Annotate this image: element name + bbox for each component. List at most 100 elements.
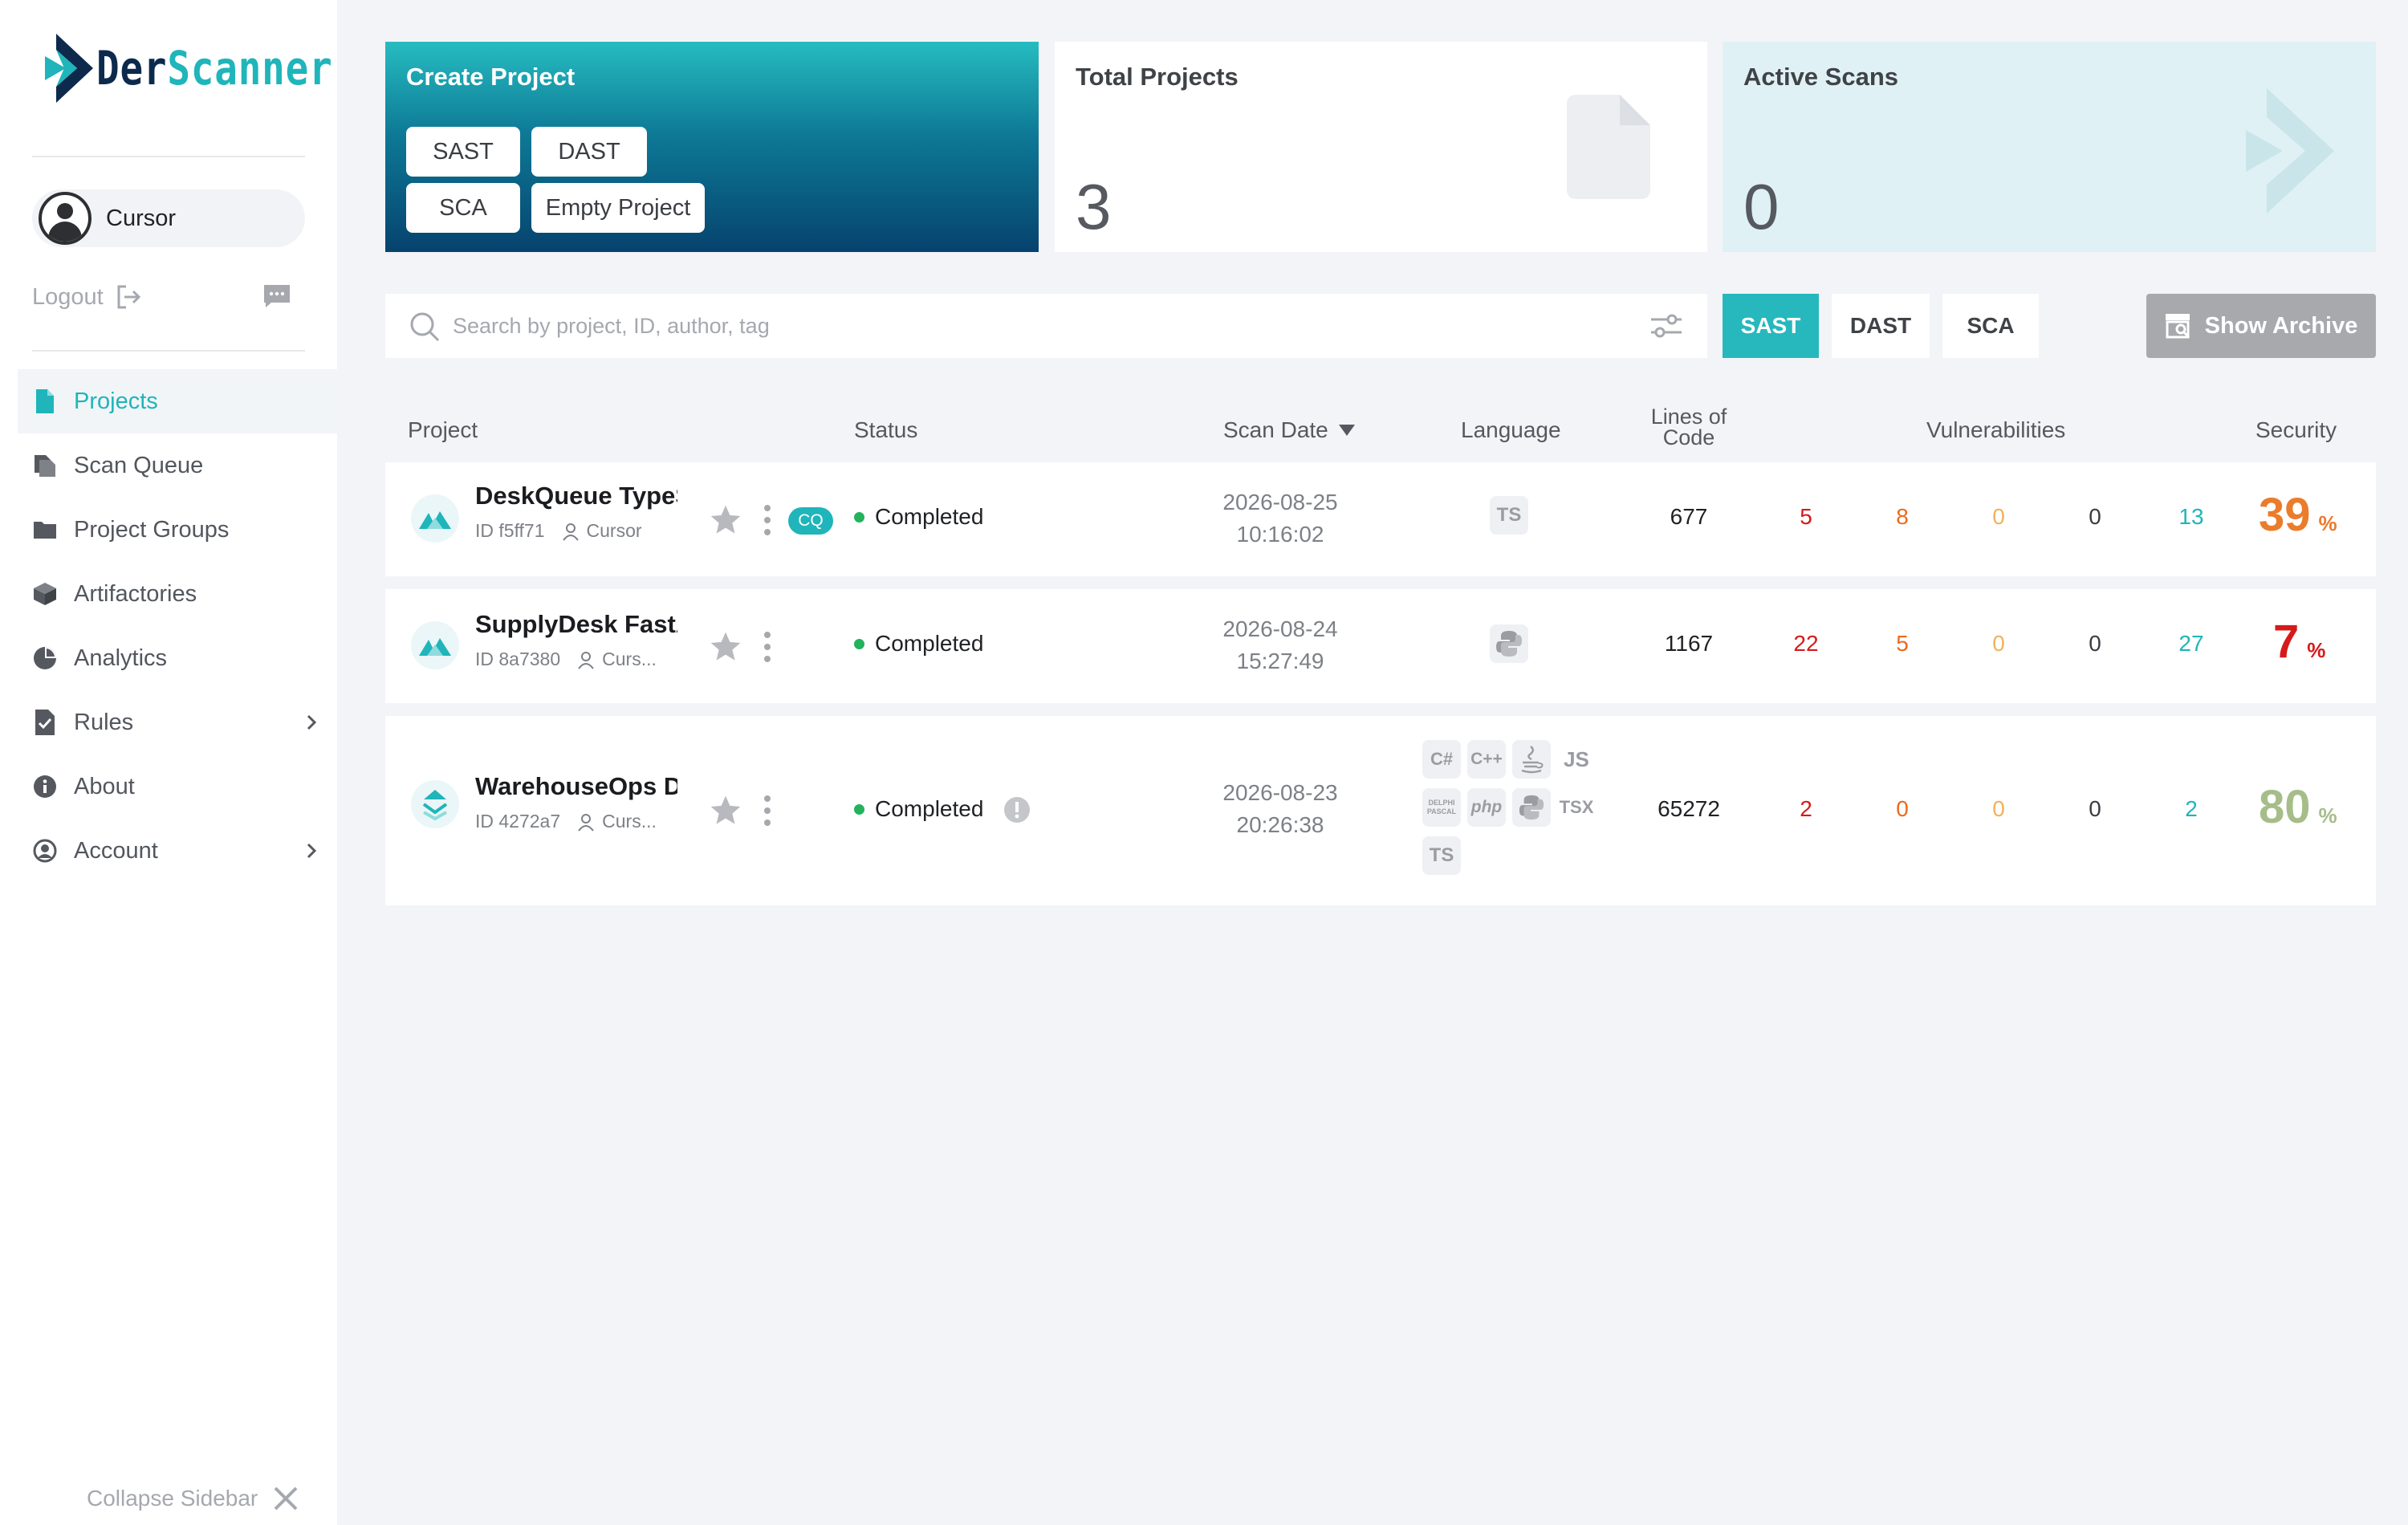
more-options-icon[interactable] [763,504,772,536]
filter-sast-button[interactable]: SAST [1723,294,1819,358]
scan-date-day: 2026-08-25 [1222,490,1338,514]
sidebar-item-about[interactable]: About [18,754,337,819]
sidebar-item-account[interactable]: Account [18,819,337,883]
table-row[interactable]: WarehouseOps Dashboard ID 4272a7 Curs...… [385,716,2376,905]
star-icon[interactable] [710,795,742,827]
status-label: Completed [875,504,984,529]
document-icon [1567,95,1650,199]
typescript-language-icon: TS [1422,836,1461,875]
column-header-lines-of-code[interactable]: Lines of Code [1641,406,1737,449]
star-icon[interactable] [710,504,742,536]
project-name[interactable]: SupplyDesk FastAPI [475,610,677,639]
chevron-right-icon [307,714,317,730]
security-score: 39 % [2259,488,2337,542]
column-header-security[interactable]: Security [2255,417,2337,443]
status-dot [854,803,864,815]
create-sast-button[interactable]: SAST [406,127,520,177]
sidebar-divider [32,156,305,157]
active-scans-title: Active Scans [1743,63,1898,91]
typescript-language-icon: TS [1490,496,1528,535]
column-header-language[interactable]: Language [1461,417,1561,443]
file-icon [32,388,58,414]
more-options-icon[interactable] [763,631,772,663]
warning-icon[interactable] [1003,796,1031,824]
scan-date-time: 20:26:38 [1236,812,1324,837]
sidebar: DerScanner Cursor Logout Projects Scan Q… [0,0,337,1525]
sidebar-item-rules[interactable]: Rules [18,690,337,754]
show-archive-button[interactable]: Show Archive [2146,294,2376,358]
create-dast-button[interactable]: DAST [531,127,647,177]
project-name[interactable]: WarehouseOps Dashboard [475,772,677,801]
total-projects-card: Total Projects 3 [1055,42,1707,252]
project-author: Cursor [586,520,642,541]
vuln-medium-count: 0 [1992,631,2005,656]
archive-search-icon [2165,314,2190,339]
scanner-mark-icon [2246,88,2334,214]
logout-link[interactable]: Logout [32,281,142,313]
search-input[interactable] [453,305,1576,347]
collapse-sidebar-button[interactable]: Collapse Sidebar [87,1485,299,1512]
column-header-project[interactable]: Project [408,417,478,443]
cplusplus-language-icon: C++ [1467,740,1506,779]
scan-date-time: 10:16:02 [1236,522,1324,547]
scan-date: 2026-08-23 20:26:38 [1176,777,1385,841]
logout-icon [117,285,140,309]
avatar [39,192,92,245]
sidebar-item-label: Projects [74,388,158,414]
star-icon[interactable] [710,631,742,663]
project-author: Curs... [602,649,657,669]
lines-of-code: 65272 [1658,796,1720,821]
column-header-scan-date[interactable]: Scan Date [1223,417,1356,443]
table-row[interactable]: DeskQueue TypeScript ID f5ff71 Cursor CQ… [385,462,2376,576]
security-score: 80 % [2259,780,2337,834]
filter-sca-button[interactable]: SCA [1942,294,2039,358]
lines-of-code-header-line2: Code [1662,425,1715,449]
derscanner-logo-icon [45,34,93,103]
create-sca-button[interactable]: SCA [406,183,520,233]
person-icon [578,651,594,669]
csharp-language-icon: C# [1422,740,1461,779]
python-language-icon [1490,624,1528,663]
more-options-icon[interactable] [763,795,772,827]
status-badge: Completed [854,796,983,822]
sidebar-item-label: Scan Queue [74,452,204,478]
sidebar-item-project-groups[interactable]: Project Groups [18,498,337,562]
create-empty-project-button[interactable]: Empty Project [531,183,705,233]
vuln-critical-count: 2 [1800,796,1812,821]
brand-logo[interactable]: DerScanner [45,32,384,104]
project-meta: ID f5ff71 Cursor [475,520,642,542]
vuln-low-count: 0 [2089,796,2101,821]
security-score-value: 39 [2259,489,2311,541]
sidebar-item-projects[interactable]: Projects [18,369,337,433]
vuln-high-count: 8 [1896,504,1909,529]
column-header-status[interactable]: Status [854,417,917,443]
tsx-language-icon: TSX [1559,797,1594,817]
project-meta: ID 4272a7 Curs... [475,811,657,832]
total-projects-title: Total Projects [1076,63,1239,91]
search-icon [410,312,440,342]
chat-icon[interactable] [262,283,292,310]
filter-dast-button[interactable]: DAST [1832,294,1930,358]
security-score-percent: % [2318,803,2337,828]
scan-date: 2026-08-25 10:16:02 [1176,486,1385,551]
vuln-total-count: 2 [2185,796,2198,821]
user-name: Cursor [106,205,177,231]
sidebar-item-scan-queue[interactable]: Scan Queue [18,433,337,498]
vuln-critical-count: 5 [1800,504,1812,529]
sidebar-item-artifactories[interactable]: Artifactories [18,562,337,626]
sidebar-item-label: Project Groups [74,516,230,543]
brand-wordmark: DerScanner [96,41,333,96]
table-row[interactable]: SupplyDesk FastAPI ID 8a7380 Curs... Com… [385,589,2376,703]
user-profile[interactable]: Cursor [32,189,305,247]
sidebar-divider [32,350,305,352]
filter-settings-icon[interactable] [1649,311,1683,340]
person-icon [578,813,594,832]
sidebar-item-label: About [74,773,135,799]
box-icon [32,581,58,607]
status-badge: Completed [854,504,983,530]
logout-label: Logout [32,283,104,310]
sidebar-item-analytics[interactable]: Analytics [18,626,337,690]
vuln-total-count: 27 [2178,631,2204,656]
project-avatar-icon [411,494,459,543]
project-name[interactable]: DeskQueue TypeScript [475,482,677,510]
